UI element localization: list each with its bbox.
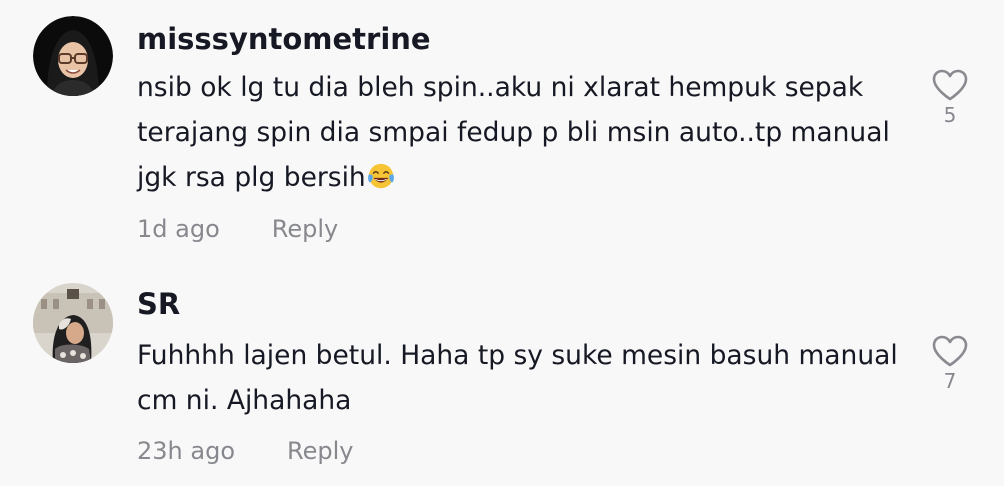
like-button[interactable]: 7 — [927, 334, 973, 392]
comment-meta: 23h ago Reply — [137, 436, 353, 466]
like-count: 7 — [943, 369, 957, 393]
comment-text: Fuhhhh lajen betul. Haha tp sy suke mesi… — [137, 340, 898, 416]
avatar[interactable] — [33, 283, 113, 363]
photo-avatar-icon — [33, 283, 113, 363]
comment-item: SR Fuhhhh lajen betul. Haha tp sy suke m… — [0, 0, 1004, 486]
comment-username[interactable]: SR — [137, 286, 180, 322]
comment-timestamp: 23h ago — [137, 437, 236, 465]
reply-button[interactable]: Reply — [287, 436, 353, 466]
heart-icon — [932, 335, 968, 367]
